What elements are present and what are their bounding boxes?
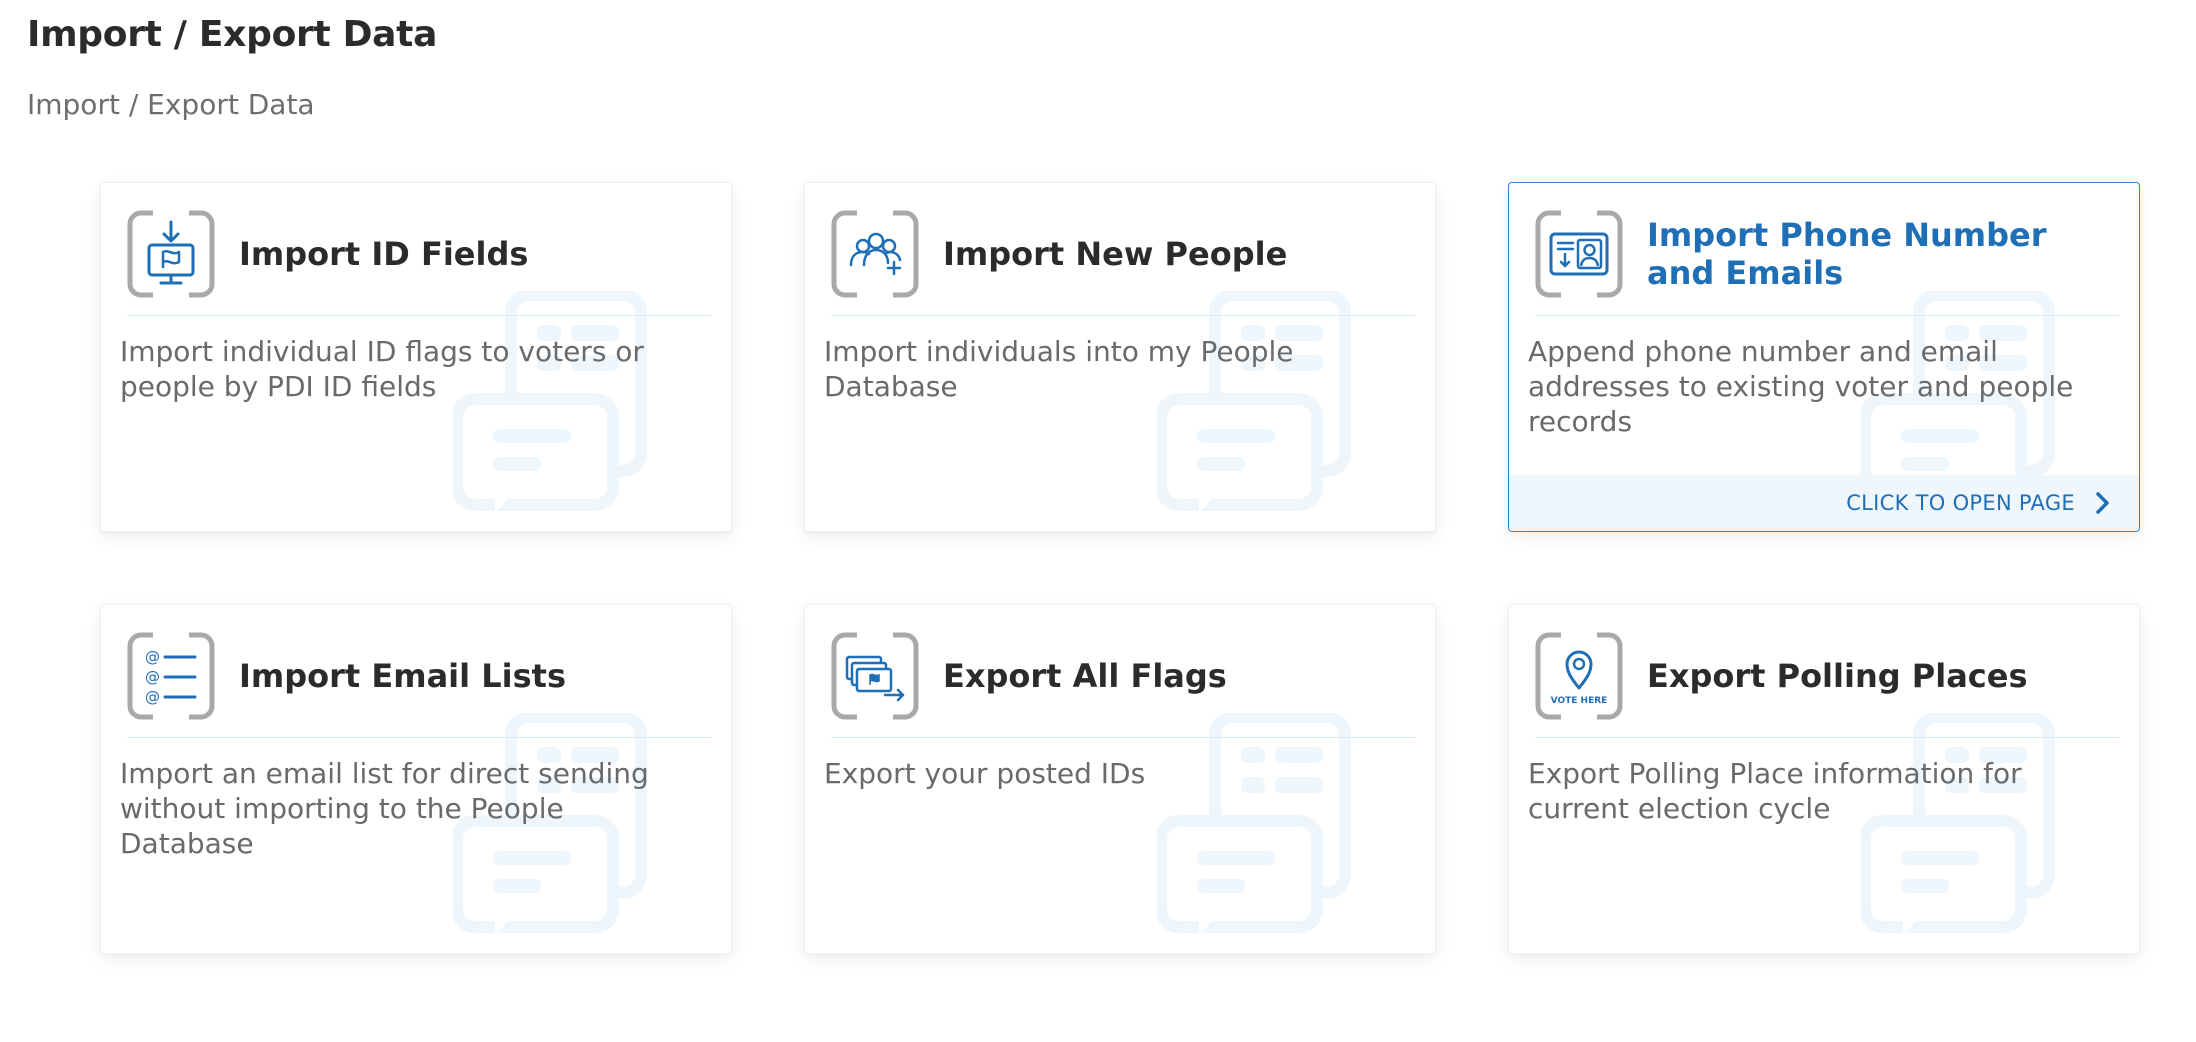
- open-page-link[interactable]: CLICK TO OPEN PAGE: [1509, 475, 2139, 531]
- card-title: Import Phone Number and Emails: [1647, 215, 2047, 292]
- card-title: Import ID Fields: [239, 234, 529, 273]
- card-description: Append phone number and email addresses …: [1528, 335, 2074, 438]
- card-export-all-flags[interactable]: Export All Flags Export your posted IDs: [804, 604, 1436, 954]
- card-description: Export your posted IDs: [824, 757, 1146, 790]
- open-page-label: CLICK TO OPEN PAGE: [1846, 491, 2075, 515]
- vote-here-label: VOTE HERE: [1551, 696, 1608, 706]
- import-id-flag-icon: [127, 210, 215, 298]
- card-title: Export Polling Places: [1647, 656, 2028, 695]
- chat-document-watermark-icon: [1157, 713, 1377, 933]
- card-grid: Import ID Fields Import individual ID fl…: [100, 182, 2140, 954]
- card-import-email-lists[interactable]: @ @ @ Import Email Lists Import an email…: [100, 604, 732, 954]
- card-header: @ @ @ Import Email Lists: [127, 605, 711, 738]
- card-import-new-people[interactable]: Import New People Import individuals int…: [804, 182, 1436, 532]
- email-list-icon: @ @ @: [127, 632, 215, 720]
- card-description: Import individual ID flags to voters or …: [120, 335, 644, 403]
- card-title: Import New People: [943, 234, 1288, 273]
- svg-text:@: @: [145, 648, 160, 666]
- export-flags-icon: [831, 632, 919, 720]
- card-export-polling-places[interactable]: VOTE HERE Export Polling Places Export P…: [1508, 604, 2140, 954]
- polling-place-icon: VOTE HERE: [1535, 632, 1623, 720]
- breadcrumb: Import / Export Data: [27, 88, 315, 121]
- page-title: Import / Export Data: [27, 14, 438, 55]
- card-header: Import Phone Number and Emails: [1535, 183, 2119, 316]
- card-import-phone-emails[interactable]: Import Phone Number and Emails Append ph…: [1508, 182, 2140, 532]
- card-header: Export All Flags: [831, 605, 1415, 738]
- svg-text:@: @: [145, 688, 160, 706]
- card-title: Import Email Lists: [239, 656, 566, 695]
- card-header: VOTE HERE Export Polling Places: [1535, 605, 2119, 738]
- card-title: Export All Flags: [943, 656, 1227, 695]
- card-description: Export Polling Place information for cur…: [1528, 757, 2022, 825]
- contact-card-icon: [1535, 210, 1623, 298]
- chevron-right-icon: [2096, 492, 2109, 514]
- card-header: Import ID Fields: [127, 183, 711, 316]
- card-description: Import an email list for direct sending …: [120, 757, 649, 860]
- svg-text:@: @: [145, 668, 160, 686]
- card-import-id-fields[interactable]: Import ID Fields Import individual ID fl…: [100, 182, 732, 532]
- people-add-icon: [831, 210, 919, 298]
- card-header: Import New People: [831, 183, 1415, 316]
- card-description: Import individuals into my People Databa…: [824, 335, 1294, 403]
